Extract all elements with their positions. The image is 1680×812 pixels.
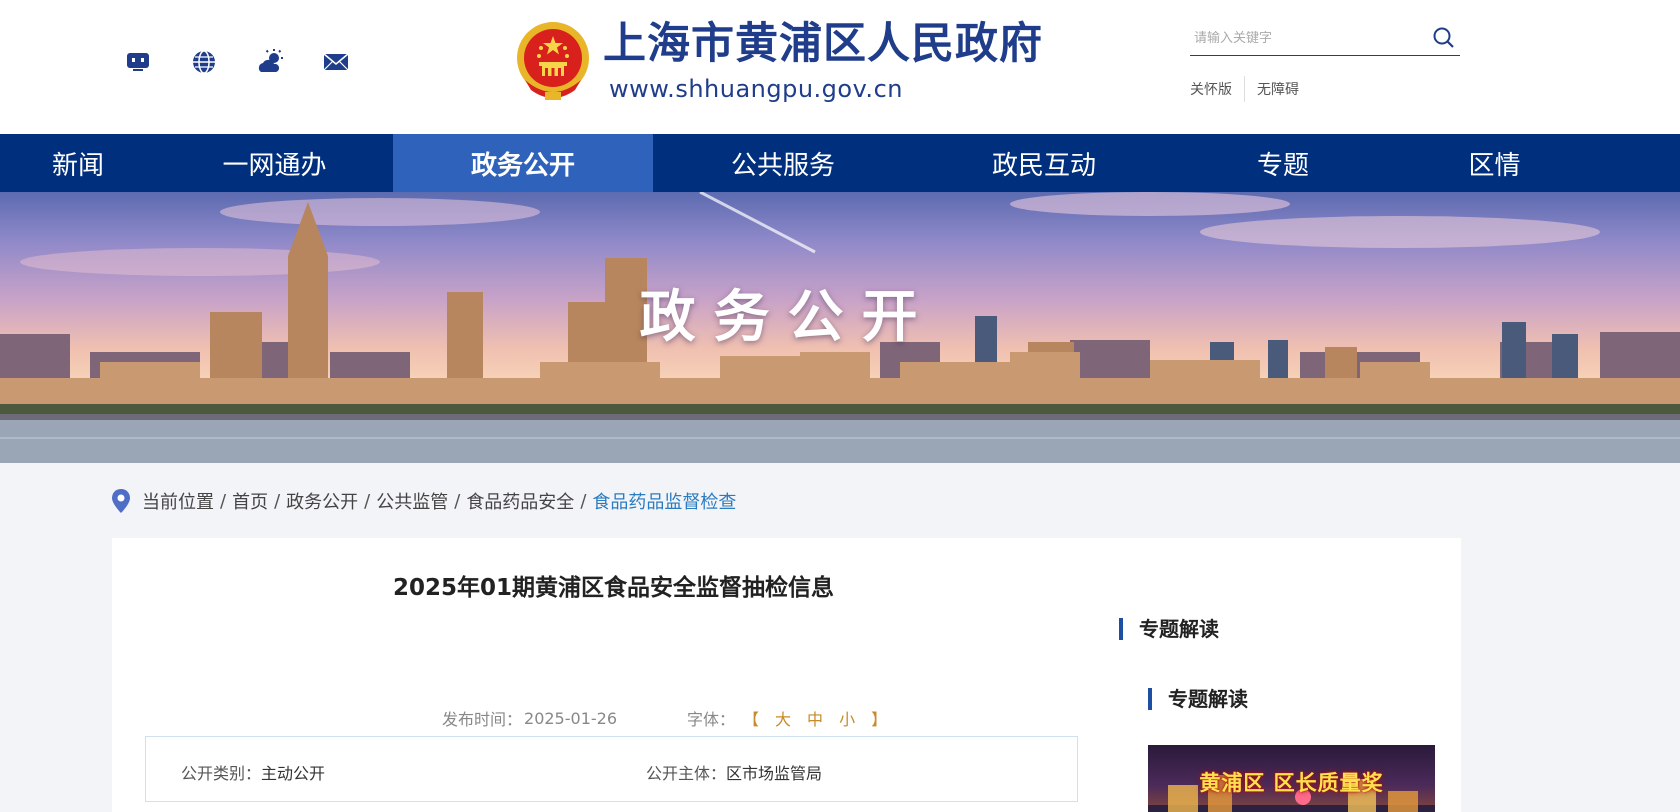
- site-title: 上海市黄浦区人民政府: [603, 19, 1043, 69]
- site-header: 上海市黄浦区人民政府 www.shhuangpu.gov.cn 关怀版 无障碍: [0, 0, 1680, 134]
- miniprogram-icon[interactable]: [120, 44, 156, 80]
- breadcrumb-item-government-affairs[interactable]: 政务公开: [286, 488, 358, 514]
- accessibility-link[interactable]: 无障碍: [1257, 79, 1299, 99]
- nav-item-topics[interactable]: 专题: [1175, 134, 1391, 192]
- quick-icons: [120, 44, 354, 80]
- breadcrumb-separator: /: [274, 490, 281, 512]
- search-box: [1190, 22, 1460, 56]
- breadcrumb-item-public-supervision[interactable]: 公共监管: [376, 488, 448, 514]
- globe-icon[interactable]: [186, 44, 222, 80]
- breadcrumb-item-home[interactable]: 首页: [232, 488, 268, 514]
- nav-item-news[interactable]: 新闻: [0, 134, 156, 192]
- category-value: 主动公开: [261, 764, 326, 783]
- national-emblem-icon: [517, 22, 589, 100]
- header-links: 关怀版 无障碍: [1190, 76, 1299, 102]
- breadcrumb-item-current[interactable]: 食品药品监督检查: [592, 488, 736, 514]
- info-box: 公开类别：主动公开 公开主体：区市场监管局: [145, 736, 1078, 802]
- banner-title: 政务公开: [639, 285, 936, 350]
- site-url: www.shhuangpu.gov.cn: [609, 75, 903, 103]
- promo-text: 黄浦区 区长质量奖: [1199, 771, 1384, 795]
- divider: [1244, 76, 1245, 102]
- breadcrumb-separator: /: [220, 490, 227, 512]
- font-size-bracket-open: 【: [743, 710, 760, 729]
- breadcrumb-prefix: 当前位置: [142, 492, 214, 513]
- breadcrumb-item-food-drug-safety[interactable]: 食品药品安全: [466, 488, 574, 514]
- main-nav: 新闻 一网通办 政务公开 公共服务 政民互动 专题 区情: [0, 134, 1680, 192]
- promo-banner[interactable]: 黄浦区 区长质量奖: [1148, 745, 1435, 812]
- subject-label: 公开主体：: [646, 764, 727, 783]
- info-subject: 公开主体：区市场监管局: [646, 760, 822, 784]
- location-pin-icon: [112, 489, 130, 513]
- nav-item-one-netcom[interactable]: 一网通办: [156, 134, 393, 192]
- site-logo[interactable]: 上海市黄浦区人民政府 www.shhuangpu.gov.cn: [515, 18, 1043, 104]
- article-title: 2025年01期黄浦区食品安全监督抽检信息: [392, 575, 835, 601]
- publish-label: 发布时间：: [442, 710, 523, 729]
- font-size-control: 字体： 【 大 中 小 】: [687, 706, 895, 730]
- font-size-label: 字体：: [687, 710, 736, 729]
- sidebar-subheading-topic-interpretation: 专题解读: [1148, 688, 1248, 710]
- breadcrumb-separator: /: [580, 490, 587, 512]
- font-size-small-button[interactable]: 小: [839, 706, 855, 730]
- nav-item-interaction[interactable]: 政民互动: [913, 134, 1175, 192]
- font-size-medium-button[interactable]: 中: [807, 706, 823, 730]
- search-icon[interactable]: [1432, 26, 1456, 50]
- info-category: 公开类别：主动公开: [181, 760, 325, 784]
- sidebar-heading-topic-interpretation: 专题解读: [1119, 618, 1219, 640]
- search-input[interactable]: [1190, 31, 1420, 46]
- breadcrumb: 当前位置 / 首页 / 政务公开 / 公共监管 / 食品药品安全 / 食品药品监…: [110, 488, 736, 514]
- article-meta: 发布时间： 2025-01-26 字体： 【 大 中 小 】: [442, 706, 895, 730]
- nav-item-district-info[interactable]: 区情: [1391, 134, 1598, 192]
- banner: 政务公开: [0, 192, 1680, 463]
- content-panel: 2025年01期黄浦区食品安全监督抽检信息 发布时间： 2025-01-26 字…: [112, 538, 1461, 812]
- font-size-large-button[interactable]: 大: [775, 706, 791, 730]
- breadcrumb-separator: /: [364, 490, 371, 512]
- mail-icon[interactable]: [318, 44, 354, 80]
- weather-icon[interactable]: [252, 44, 288, 80]
- category-label: 公开类别：: [181, 764, 262, 783]
- subject-value: 区市场监管局: [726, 764, 823, 783]
- nav-item-public-service[interactable]: 公共服务: [653, 134, 913, 192]
- nav-item-government-affairs[interactable]: 政务公开: [393, 134, 653, 192]
- font-size-bracket-close: 】: [871, 710, 888, 729]
- care-version-link[interactable]: 关怀版: [1190, 79, 1232, 99]
- publish-date: 2025-01-26: [524, 708, 617, 728]
- breadcrumb-separator: /: [454, 490, 461, 512]
